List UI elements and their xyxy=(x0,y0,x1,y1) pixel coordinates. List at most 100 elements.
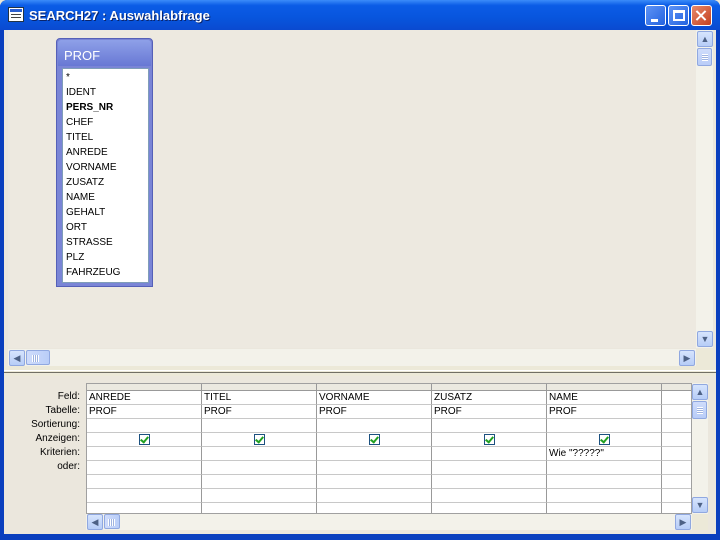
column-selector[interactable] xyxy=(547,384,662,391)
grid-cell-empty[interactable] xyxy=(432,475,547,489)
grid-cell-sortierung[interactable] xyxy=(317,419,432,433)
show-checkbox[interactable] xyxy=(483,434,495,445)
grid-cell-empty[interactable] xyxy=(547,503,662,513)
field-item[interactable]: TITEL xyxy=(66,130,93,145)
grid-cell-kriterien[interactable]: Wie "?????" xyxy=(547,447,662,461)
grid-cell-feld[interactable]: TITEL xyxy=(202,391,317,405)
grid-cell-empty[interactable] xyxy=(432,489,547,503)
arrow-up-icon[interactable]: ▲ xyxy=(692,384,708,400)
grid-vscrollbar[interactable]: ▲ ▼ xyxy=(692,383,708,514)
grid-cell-empty[interactable] xyxy=(662,503,691,513)
grid-cell-feld[interactable]: VORNAME xyxy=(317,391,432,405)
arrow-right-icon[interactable]: ▶ xyxy=(675,514,691,530)
arrow-right-icon[interactable]: ▶ xyxy=(679,350,695,366)
field-item[interactable]: * xyxy=(66,70,70,85)
grid-cell-empty[interactable] xyxy=(202,475,317,489)
arrow-left-icon[interactable]: ◀ xyxy=(9,350,25,366)
grid-cell-empty[interactable] xyxy=(317,489,432,503)
table-pane-vscrollbar[interactable]: ▲ ▼ xyxy=(696,30,713,348)
show-checkbox[interactable] xyxy=(598,434,610,445)
grid-cell-empty[interactable] xyxy=(547,475,662,489)
table-pane-hscrollbar[interactable]: ◀ ▶ xyxy=(8,349,696,366)
maximize-button[interactable] xyxy=(668,5,689,26)
grid-cell-empty[interactable] xyxy=(87,489,202,503)
field-item[interactable]: IDENT xyxy=(66,85,96,100)
grid-cell-empty[interactable] xyxy=(317,475,432,489)
grid-cell-kriterien[interactable] xyxy=(202,447,317,461)
arrow-up-icon[interactable]: ▲ xyxy=(697,31,713,47)
field-item[interactable]: PLZ xyxy=(66,250,84,265)
scroll-thumb[interactable] xyxy=(104,514,120,529)
column-selector[interactable] xyxy=(87,384,202,391)
grid-cell-feld[interactable]: NAME xyxy=(547,391,662,405)
arrow-left-icon[interactable]: ◀ xyxy=(87,514,103,530)
grid-cell-tabelle[interactable] xyxy=(662,405,691,419)
field-item[interactable]: STRASSE xyxy=(66,235,113,250)
grid-cell-empty[interactable] xyxy=(87,503,202,513)
grid-cell-tabelle[interactable]: PROF xyxy=(87,405,202,419)
grid-cell-feld[interactable] xyxy=(662,391,691,405)
grid-cell-oder[interactable] xyxy=(432,461,547,475)
grid-cell-sortierung[interactable] xyxy=(547,419,662,433)
arrow-down-icon[interactable]: ▼ xyxy=(697,331,713,347)
grid-cell-anzeigen[interactable] xyxy=(87,433,202,447)
column-selector[interactable] xyxy=(662,384,691,391)
query-design-grid[interactable]: ANREDE PROF TITEL PROF VORNAME PROF ZUSATZ PROF… xyxy=(86,383,692,514)
table-canvas[interactable]: PROF * IDENT PERS_NR CHEF TITEL ANREDE VORNAME… xyxy=(8,30,698,348)
grid-cell-sortierung[interactable] xyxy=(662,419,691,433)
minimize-button[interactable] xyxy=(645,5,666,26)
scroll-thumb[interactable] xyxy=(26,350,50,365)
field-item[interactable]: PERS_NR xyxy=(66,100,113,115)
arrow-down-icon[interactable]: ▼ xyxy=(692,497,708,513)
grid-cell-tabelle[interactable]: PROF xyxy=(202,405,317,419)
field-item[interactable]: GEHALT xyxy=(66,205,105,220)
grid-cell-anzeigen[interactable] xyxy=(202,433,317,447)
grid-cell-kriterien[interactable] xyxy=(317,447,432,461)
grid-cell-oder[interactable] xyxy=(317,461,432,475)
grid-cell-anzeigen[interactable] xyxy=(662,433,691,447)
show-checkbox[interactable] xyxy=(368,434,380,445)
grid-cell-oder[interactable] xyxy=(547,461,662,475)
show-checkbox[interactable] xyxy=(138,434,150,445)
grid-cell-empty[interactable] xyxy=(662,489,691,503)
grid-cell-anzeigen[interactable] xyxy=(547,433,662,447)
grid-cell-kriterien[interactable] xyxy=(87,447,202,461)
scroll-thumb[interactable] xyxy=(692,401,707,419)
field-item[interactable]: ZUSATZ xyxy=(66,175,104,190)
grid-cell-oder[interactable] xyxy=(87,461,202,475)
grid-cell-sortierung[interactable] xyxy=(202,419,317,433)
field-item[interactable]: VORNAME xyxy=(66,160,117,175)
field-item[interactable]: ANREDE xyxy=(66,145,108,160)
grid-cell-sortierung[interactable] xyxy=(87,419,202,433)
grid-cell-sortierung[interactable] xyxy=(432,419,547,433)
grid-cell-oder[interactable] xyxy=(202,461,317,475)
field-item[interactable]: FAHRZEUG xyxy=(66,265,120,280)
pane-splitter[interactable] xyxy=(4,366,716,376)
field-item[interactable]: CHEF xyxy=(66,115,93,130)
query-window-icon[interactable] xyxy=(8,7,24,22)
grid-cell-feld[interactable]: ZUSATZ xyxy=(432,391,547,405)
grid-cell-anzeigen[interactable] xyxy=(317,433,432,447)
grid-cell-empty[interactable] xyxy=(432,503,547,513)
grid-cell-feld[interactable]: ANREDE xyxy=(87,391,202,405)
table-title[interactable]: PROF xyxy=(58,40,151,66)
grid-cell-tabelle[interactable]: PROF xyxy=(432,405,547,419)
table-window-prof[interactable]: PROF * IDENT PERS_NR CHEF TITEL ANREDE VORNAME… xyxy=(56,38,153,287)
grid-cell-oder[interactable] xyxy=(662,461,691,475)
field-item[interactable]: NAME xyxy=(66,190,95,205)
column-selector[interactable] xyxy=(202,384,317,391)
grid-cell-anzeigen[interactable] xyxy=(432,433,547,447)
grid-cell-kriterien[interactable] xyxy=(432,447,547,461)
scroll-thumb[interactable] xyxy=(697,48,712,66)
field-item[interactable]: ORT xyxy=(66,220,87,235)
column-selector[interactable] xyxy=(317,384,432,391)
grid-cell-empty[interactable] xyxy=(87,475,202,489)
close-button[interactable] xyxy=(691,5,712,26)
grid-cell-tabelle[interactable]: PROF xyxy=(317,405,432,419)
grid-cell-empty[interactable] xyxy=(317,503,432,513)
grid-cell-empty[interactable] xyxy=(662,475,691,489)
grid-hscrollbar[interactable]: ◀ ▶ xyxy=(86,514,692,530)
grid-cell-empty[interactable] xyxy=(202,503,317,513)
show-checkbox[interactable] xyxy=(253,434,265,445)
title-bar[interactable]: SEARCH27 : Auswahlabfrage xyxy=(0,0,720,30)
